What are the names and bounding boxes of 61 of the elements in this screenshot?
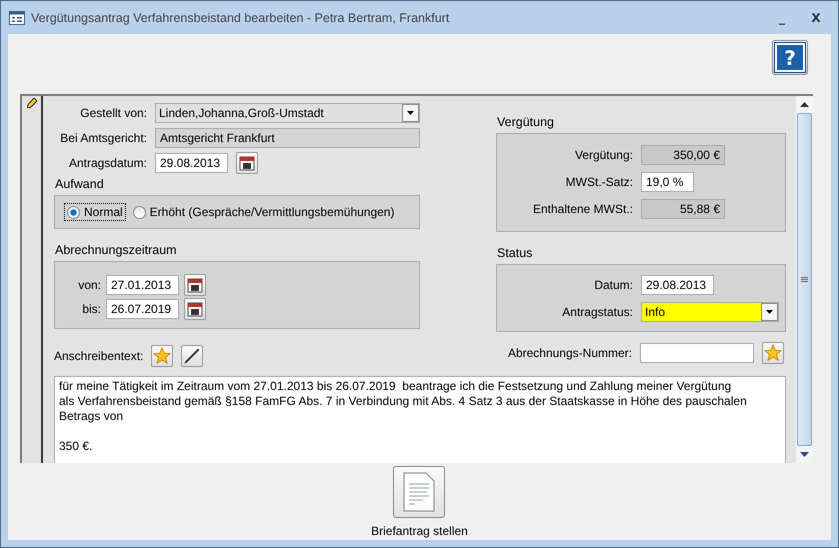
star-icon [764,344,782,362]
scroll-down-icon [800,452,809,457]
field-label: Datum: [593,278,633,292]
field-label: Bei Amtsgericht: [59,130,147,144]
help-button[interactable]: ? [772,40,808,75]
field-label: Gestellt von: [79,106,147,120]
group-title: Vergütung [497,115,555,129]
calendar-button[interactable] [184,274,206,296]
group-title: Aufwand [55,177,105,191]
window-title: Vergütungsantrag Verfahrensbeistand bearbeiten - Petra Bertram, Frankfurt [31,10,450,24]
group-title: Status [497,246,534,260]
field-label: Enthaltene MWSt.: [532,202,633,216]
letter-text-area[interactable]: für meine Tätigkeit im Zeitraum vom 27.01.2013 bis 26.07.2019 beantrage ich die Festsetzung und Zahlung meiner Vergütung als Verfahrensbeistand gemäß §158 FamFG Abs. 7 in Verbindung mit Abs. 4 Satz 3 aus der Staatskasse in Höhe des pauschalen Betrags von 350 €. [54,376,786,463]
date-field[interactable]: 29.08.2013 [155,152,228,172]
scroll-thumb[interactable] [797,113,812,446]
dropdown-arrow-icon [407,110,414,114]
star-button[interactable] [762,342,784,364]
rate-field[interactable]: 19,0 % [641,172,694,192]
scrollbar[interactable] [796,96,813,463]
person-dropdown[interactable]: Linden,Johanna,Groß-Umstadt [155,102,420,122]
pen-button[interactable] [181,344,204,366]
date-field[interactable]: 26.07.2019 [106,298,179,318]
field-label: MWSt.-Satz: [564,174,633,188]
pen-icon [184,348,200,364]
calendar-button[interactable] [236,152,258,174]
scroll-up-icon [800,102,809,107]
radio-button[interactable] [67,206,80,218]
calendar-icon [187,300,203,316]
star-icon [153,346,172,364]
calendar-icon [239,154,255,170]
court-field[interactable]: Amtsgericht Frankfurt [155,128,420,148]
letter-request-button[interactable]: Briefantrag stellen [371,466,468,538]
calendar-button[interactable] [184,298,206,320]
field-label: Antragsdatum: [68,156,147,170]
field-label: von: [77,278,101,292]
field-label: Vergütung: [574,148,633,162]
field-label: Antragstatus: [561,304,633,318]
dropdown-button[interactable] [761,302,778,320]
status-dropdown[interactable]: Info [641,302,779,322]
star-button[interactable] [151,344,174,366]
pencil-icon [26,98,36,108]
document-icon [403,472,436,512]
form-icon [9,10,25,24]
close-button[interactable]: X [802,8,830,28]
date-field[interactable]: 27.01.2013 [106,274,179,294]
amount-field: 55,88 € [641,198,725,218]
amount-field: 350,00 € [641,144,725,164]
radio-option[interactable]: Normal [65,204,125,220]
radio-option[interactable]: Erhöht (Gespräche/Vermittlungsbemühungen) [130,204,396,220]
group-title: Abrechnungszeitraum [55,243,178,257]
number-field[interactable] [640,342,754,362]
field-label: Abrechnungs-Nummer: [506,346,632,360]
radio-button[interactable] [132,206,146,218]
calendar-icon [187,276,203,292]
field-label: Anschreibentext: [54,348,144,362]
field-label: bis: [81,302,101,316]
grip-icon [801,277,808,282]
dropdown-button[interactable] [402,104,419,122]
date-field[interactable]: 29.08.2013 [641,274,714,294]
dropdown-arrow-icon [766,310,773,314]
minimize-button[interactable]: _ [768,8,796,28]
